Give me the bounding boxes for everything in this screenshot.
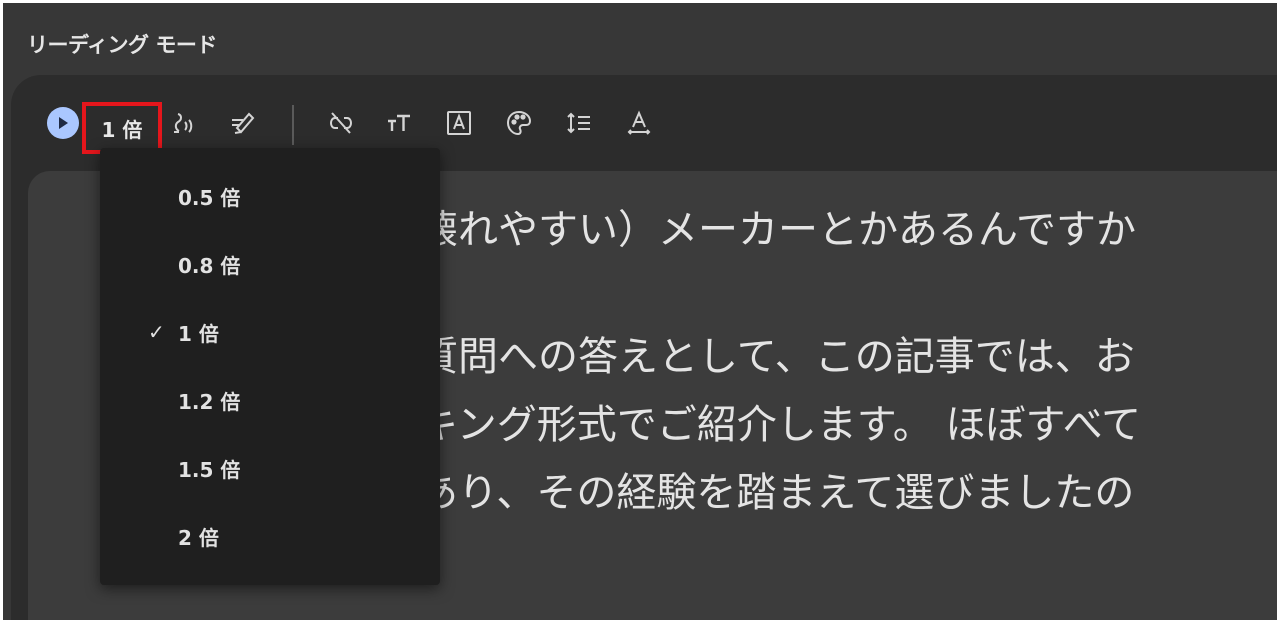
line-spacing-icon (567, 112, 590, 134)
voice-settings-button[interactable] (163, 103, 203, 143)
speed-option[interactable]: 1.5 倍 (100, 436, 440, 496)
checkmark-icon: ✓ (148, 320, 165, 344)
letter-spacing-button[interactable] (619, 103, 659, 143)
content-line: 質問への答えとして、この記事では、お (418, 334, 1135, 380)
voice-settings-icon (174, 113, 193, 133)
line-spacing-button[interactable] (559, 103, 599, 143)
content-line: 壊れやすい）メーカーとかあるんですか (418, 207, 1136, 253)
highlight-pen-icon (232, 112, 255, 134)
font-icon (447, 111, 471, 135)
speed-menu: 0.5 倍 0.8 倍 ✓ 1 倍 1.2 倍 1.5 倍 2 倍 (100, 148, 440, 585)
speed-option-label: 2 倍 (178, 526, 219, 550)
content-line: あり、その経験を踏まえて選びましたの (418, 470, 1135, 516)
palette-icon (506, 110, 532, 136)
speed-option-label: 1 倍 (178, 322, 219, 346)
speed-option[interactable]: 0.5 倍 (100, 164, 440, 224)
window-title: リーディング モード (27, 33, 217, 57)
speed-label: 1 倍 (101, 117, 143, 142)
speed-option-label: 1.5 倍 (178, 458, 241, 482)
content-line: キング形式でご紹介します。 ほぼすべて (418, 402, 1142, 448)
text-size-icon (388, 114, 410, 131)
color-theme-button[interactable] (499, 103, 539, 143)
speed-button[interactable]: 1 倍 (82, 102, 162, 154)
play-icon (47, 107, 79, 139)
speed-option[interactable]: 1.2 倍 (100, 368, 440, 428)
play-button[interactable] (43, 103, 83, 143)
speed-option[interactable]: 2 倍 (100, 504, 440, 564)
speed-option-label: 1.2 倍 (178, 390, 241, 414)
speed-option[interactable]: 0.8 倍 (100, 232, 440, 292)
speed-option-label: 0.5 倍 (178, 186, 241, 210)
font-button[interactable] (439, 103, 479, 143)
toolbar-divider (292, 105, 294, 145)
link-toggle-button[interactable] (321, 103, 361, 143)
letter-spacing-icon (627, 110, 651, 135)
link-off-icon (329, 112, 353, 134)
reading-mode-window: リーディング モード 1 倍 壊れやすい）メーカーとかあるんですか 質問への答え… (3, 3, 1277, 620)
highlight-button[interactable] (223, 103, 263, 143)
speed-option-label: 0.8 倍 (178, 254, 241, 278)
text-size-button[interactable] (379, 103, 419, 143)
speed-option-selected[interactable]: ✓ 1 倍 (100, 300, 440, 360)
